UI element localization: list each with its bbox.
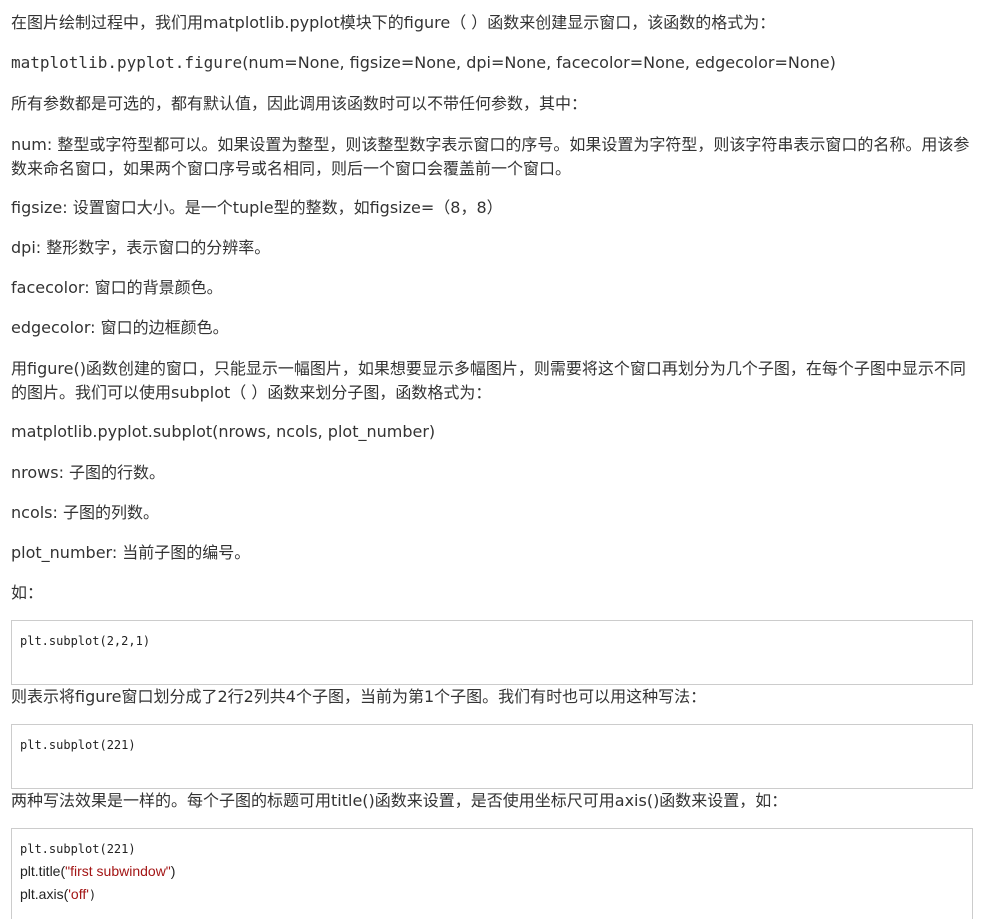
code-block-1[interactable]: plt.subplot(2,2,1) xyxy=(11,620,973,685)
subplot-signature: matplotlib.pyplot.subplot(nrows, ncols, … xyxy=(11,422,436,441)
code-block-2[interactable]: plt.subplot(221) xyxy=(11,724,973,789)
dpi-param-description: dpi: 整形数字，表示窗口的分辨率。 xyxy=(11,238,271,257)
figure-signature: matplotlib.pyplot.figure(num=None, figsi… xyxy=(11,51,836,75)
ncols-param-description: ncols: 子图的列数。 xyxy=(11,503,159,522)
params-intro: 所有参数都是可选的，都有默认值，因此调用该函数时可以不带任何参数，其中： xyxy=(11,94,588,113)
num-param-line-1: num: 整型或字符型都可以。如果设置为整型，则该整型数字表示窗口的序号。如果设… xyxy=(11,135,970,154)
figsize-param-description: figsize: 设置窗口大小。是一个tuple型的整数，如figsize=（8… xyxy=(11,198,503,217)
code-text: plt.subplot(221) xyxy=(20,842,136,856)
plot-number-param-description: plot_number: 当前子图的编号。 xyxy=(11,543,251,562)
subplot-intro-line-1: 用figure()函数创建的窗口，只能显示一幅图片，如果想要显示多幅图片，则需要… xyxy=(11,359,966,378)
code-line: plt.subplot(2,2,1) xyxy=(20,634,151,648)
code-line: plt.subplot(221) xyxy=(20,738,136,752)
subplot-intro-line-2: 的图片。我们可以使用subplot（ ）函数来划分子图，函数格式为： xyxy=(11,383,492,402)
figure-signature-prefix: matplotlib.pyplot.figure xyxy=(11,53,243,72)
subplot-intro: 用figure()函数创建的窗口，只能显示一幅图片，如果想要显示多幅图片，则需要… xyxy=(11,357,973,405)
code-text: plt.title( xyxy=(20,863,66,879)
num-param-line-2: 数来命名窗口，如果两个窗口序号或名相同，则后一个窗口会覆盖前一个窗口。 xyxy=(11,159,572,178)
edgecolor-param-description: edgecolor: 窗口的边框颜色。 xyxy=(11,318,229,337)
figure-signature-args: (num=None, figsize=None, dpi=None, facec… xyxy=(242,53,836,72)
code-line: plt.axis('off') xyxy=(20,883,96,907)
code-text: plt.axis( xyxy=(20,886,69,902)
code-line: plt.title("first subwindow") xyxy=(20,860,175,884)
code1-explanation: 则表示将figure窗口划分成了2行2列共4个子图，当前为第1个子图。我们有时也… xyxy=(11,687,707,706)
code2-explanation: 两种写法效果是一样的。每个子图的标题可用title()函数来设置，是否使用坐标尺… xyxy=(11,791,788,810)
code-string: "first subwindow" xyxy=(65,863,171,879)
code-text: ) xyxy=(88,888,97,902)
nrows-param-description: nrows: 子图的行数。 xyxy=(11,463,166,482)
example-intro: 如： xyxy=(11,583,44,602)
intro-paragraph: 在图片绘制过程中，我们用matplotlib.pyplot模块下的figure（… xyxy=(11,13,776,32)
code-block-3[interactable]: plt.subplot(221) plt.title("first subwin… xyxy=(11,828,973,919)
num-param-description: num: 整型或字符型都可以。如果设置为整型，则该整型数字表示窗口的序号。如果设… xyxy=(11,133,973,181)
code-text: ) xyxy=(170,863,176,879)
code-string: 'off' xyxy=(68,886,89,902)
code-line: plt.subplot(221) xyxy=(20,838,136,861)
facecolor-param-description: facecolor: 窗口的背景颜色。 xyxy=(11,278,223,297)
